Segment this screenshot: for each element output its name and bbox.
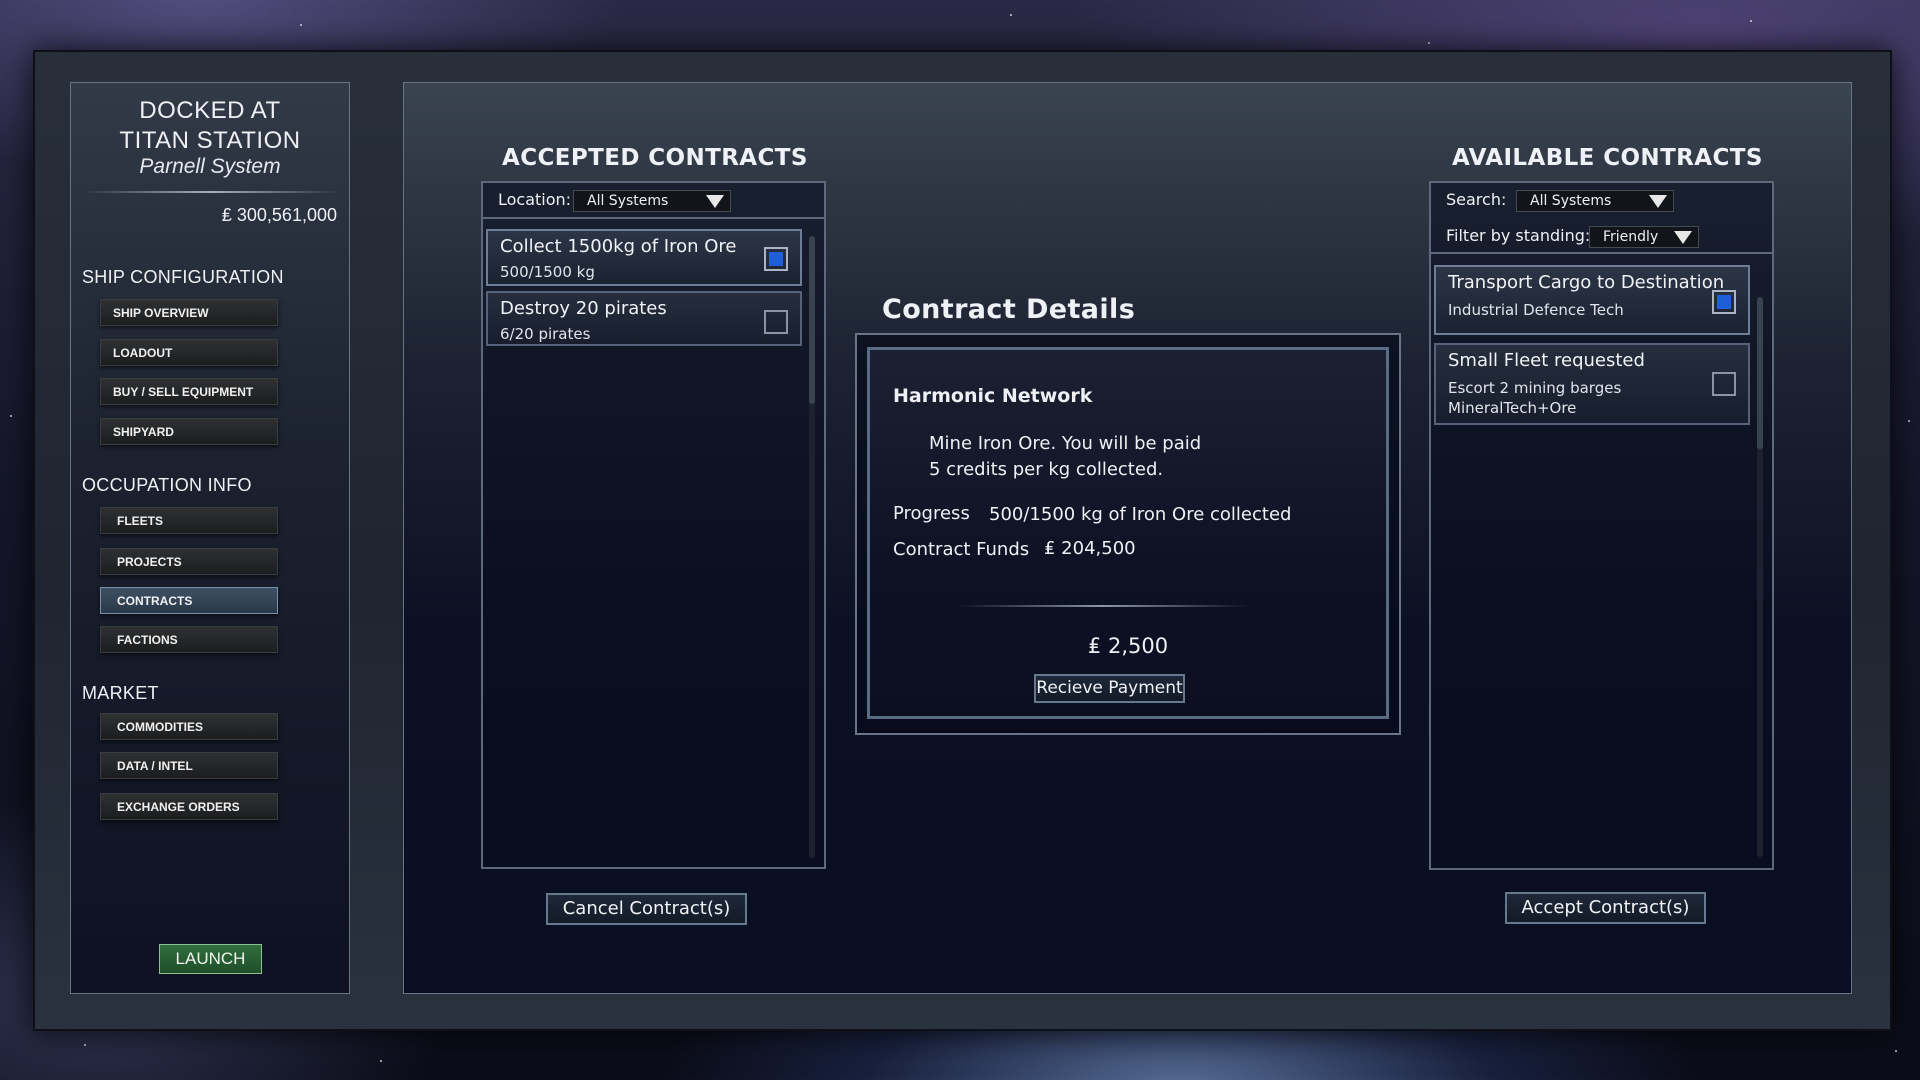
standing-filter-label: Filter by standing: <box>1446 226 1591 245</box>
star <box>1895 1050 1897 1052</box>
contract-title: Collect 1500kg of Iron Ore <box>500 236 737 257</box>
contract-progress: 500/1500 kg <box>500 263 595 281</box>
occupation-info-heading: OCCUPATION INFO <box>82 475 252 495</box>
credits-balance: ₤ 300,561,000 <box>221 205 337 225</box>
location-select[interactable]: All Systems <box>573 190 731 212</box>
search-select[interactable]: All Systems <box>1516 190 1674 212</box>
available-scrollbar-thumb[interactable] <box>1757 297 1763 449</box>
progress-label: Progress <box>893 503 970 524</box>
star <box>1908 420 1910 422</box>
contract-issuer: MineralTech+Ore <box>1448 399 1577 417</box>
accepted-contracts-title: ACCEPTED CONTRACTS <box>502 145 808 171</box>
nav-factions-button[interactable]: FACTIONS <box>100 626 278 653</box>
contract-description: Escort 2 mining barges <box>1448 379 1622 397</box>
contract-description-line: Mine Iron Ore. You will be paid <box>929 433 1202 454</box>
ship-config-heading: SHIP CONFIGURATION <box>82 267 284 287</box>
progress-value: 500/1500 kg of Iron Ore collected <box>989 504 1292 525</box>
payment-amount: ₤ 2,500 <box>1087 634 1169 658</box>
nav-fleets-button[interactable]: FLEETS <box>100 507 278 534</box>
star <box>1750 20 1752 22</box>
star <box>84 1044 86 1046</box>
standing-filter-select[interactable]: Friendly <box>1589 226 1699 248</box>
contract-details-title: Contract Details <box>882 294 1136 325</box>
contract-title: Transport Cargo to Destination <box>1448 272 1725 293</box>
contract-funds-value: ₤ 204,500 <box>1044 538 1136 559</box>
dropdown-arrow-icon <box>1649 195 1667 208</box>
nav-exchange-orders-button[interactable]: EXCHANGE ORDERS <box>100 793 278 820</box>
nav-contracts-button[interactable]: CONTRACTS <box>100 587 278 614</box>
system-name: Parnell System <box>139 155 281 178</box>
search-select-value: All Systems <box>1530 193 1612 209</box>
contract-issuer: Industrial Defence Tech <box>1448 301 1624 319</box>
nav-buy-sell-equipment-button[interactable]: BUY / SELL EQUIPMENT <box>100 378 278 405</box>
standing-select-value: Friendly <box>1603 229 1659 245</box>
contract-checkbox[interactable] <box>764 247 788 271</box>
divider <box>483 217 824 219</box>
launch-button[interactable]: LAUNCH <box>159 944 262 974</box>
star <box>380 1060 382 1062</box>
contract-funds-label: Contract Funds <box>893 539 1030 560</box>
nav-loadout-button[interactable]: LOADOUT <box>100 339 278 366</box>
contract-checkbox[interactable] <box>1712 372 1736 396</box>
station-name: TITAN STATION <box>119 127 301 154</box>
location-label: Location: <box>498 190 572 209</box>
contract-title: Small Fleet requested <box>1448 350 1645 371</box>
market-heading: MARKET <box>82 683 159 703</box>
docked-label: DOCKED AT <box>139 97 281 124</box>
accepted-contract-item[interactable]: Destroy 20 pirates 6/20 pirates <box>486 291 802 346</box>
nav-commodities-button[interactable]: COMMODITIES <box>100 713 278 740</box>
nav-data-intel-button[interactable]: DATA / INTEL <box>100 752 278 779</box>
star <box>300 24 302 26</box>
contract-title: Destroy 20 pirates <box>500 298 667 319</box>
accept-contracts-button[interactable]: Accept Contract(s) <box>1505 892 1706 924</box>
divider <box>83 191 339 193</box>
star <box>1010 14 1012 16</box>
star <box>1428 42 1430 44</box>
cancel-contracts-button[interactable]: Cancel Contract(s) <box>546 893 747 925</box>
station-sidebar: DOCKED AT TITAN STATION Parnell System ₤… <box>70 82 350 994</box>
available-contract-item[interactable]: Transport Cargo to Destination Industria… <box>1434 265 1750 335</box>
nav-projects-button[interactable]: PROJECTS <box>100 548 278 575</box>
divider <box>1431 252 1772 254</box>
contract-progress: 6/20 pirates <box>500 325 591 343</box>
available-contracts-title: AVAILABLE CONTRACTS <box>1452 145 1763 171</box>
nav-ship-overview-button[interactable]: SHIP OVERVIEW <box>100 299 278 326</box>
search-label: Search: <box>1446 190 1507 209</box>
dropdown-arrow-icon <box>1674 231 1692 244</box>
contract-checkbox[interactable] <box>764 310 788 334</box>
available-contract-item[interactable]: Small Fleet requested Escort 2 mining ba… <box>1434 343 1750 425</box>
accepted-contract-item[interactable]: Collect 1500kg of Iron Ore 500/1500 kg <box>486 229 802 286</box>
receive-payment-button[interactable]: Recieve Payment <box>1034 674 1185 703</box>
star <box>10 415 12 417</box>
nav-shipyard-button[interactable]: SHIPYARD <box>100 418 278 445</box>
contract-description-line: 5 credits per kg collected. <box>929 459 1164 480</box>
dropdown-arrow-icon <box>706 195 724 208</box>
contract-checkbox[interactable] <box>1712 290 1736 314</box>
accepted-scrollbar-thumb[interactable] <box>809 236 815 404</box>
contract-details-panel: Harmonic Network Mine Iron Ore. You will… <box>855 333 1401 735</box>
location-select-value: All Systems <box>587 193 669 209</box>
contract-details-card: Harmonic Network Mine Iron Ore. You will… <box>867 347 1389 719</box>
contract-issuer: Harmonic Network <box>893 385 1093 407</box>
divider <box>958 605 1248 607</box>
